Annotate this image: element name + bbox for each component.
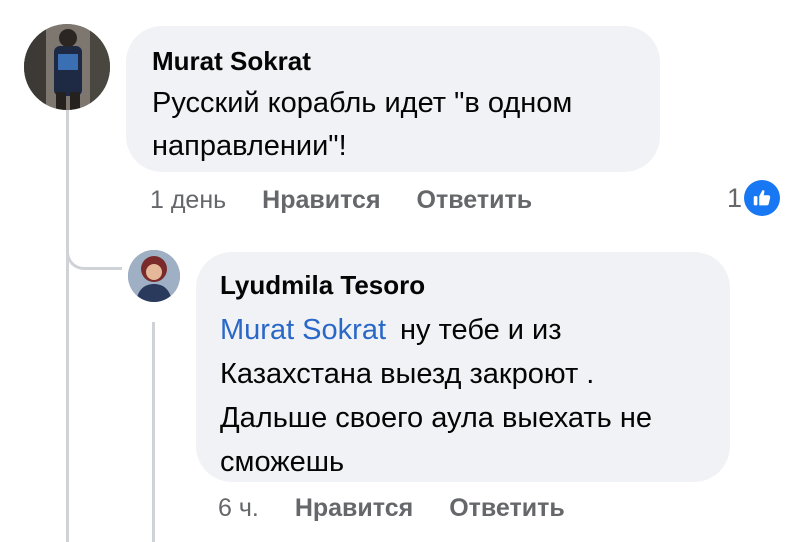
comment-thread: Murat Sokrat Русский корабль идет "в одн…	[0, 0, 800, 542]
reply-connector-line	[66, 200, 122, 270]
reply-text-line: Казахстана выезд закроют .	[220, 358, 595, 390]
thumbs-up-icon	[753, 190, 771, 206]
reply-text: Murat Sokrat ну тебе и из Казахстана выез…	[220, 308, 704, 484]
like-button[interactable]: Нравится	[295, 494, 413, 523]
reply-text-line: Murat Sokrat ну тебе и из	[220, 308, 704, 352]
like-icon	[744, 180, 781, 216]
comment-author[interactable]: Murat Sokrat	[152, 44, 634, 78]
comment-timestamp[interactable]: 1 день	[150, 186, 226, 215]
reply-timestamp[interactable]: 6 ч.	[218, 494, 259, 523]
like-button[interactable]: Нравится	[262, 186, 380, 215]
reply-bubble: Lyudmila Tesoro Murat Sokrat ну тебе и из…	[196, 252, 730, 482]
mention-link[interactable]: Murat Sokrat	[220, 314, 386, 346]
avatar[interactable]	[128, 250, 180, 302]
avatar[interactable]	[24, 24, 110, 110]
reaction-count: 1	[727, 182, 743, 213]
avatar-photo-icon	[128, 250, 180, 302]
comment-text: Русский корабль идет "в одном направлени…	[152, 82, 634, 168]
reply-author[interactable]: Lyudmila Tesoro	[220, 268, 704, 302]
reply-button[interactable]: Ответить	[449, 494, 565, 523]
thread-line	[66, 110, 69, 542]
reply-text-line-1: ну тебе и из	[400, 314, 562, 346]
reply-text-line: сможешь	[220, 446, 345, 478]
comment-actions: 1 день Нравится Ответить	[150, 186, 568, 215]
comment-text-line: Русский корабль идет "в одном	[152, 87, 573, 119]
reply-button[interactable]: Ответить	[417, 186, 533, 215]
reply-thread-line	[152, 322, 155, 542]
comment-text-line: направлении"!	[152, 130, 347, 162]
reply-actions: 6 ч. Нравится Ответить	[218, 494, 601, 523]
avatar-photo-icon	[24, 24, 110, 110]
reaction-summary[interactable]: 1	[727, 180, 781, 216]
comment-bubble: Murat Sokrat Русский корабль идет "в одн…	[126, 26, 660, 172]
reply-text-line: Дальше своего аула выехать не	[220, 402, 652, 434]
